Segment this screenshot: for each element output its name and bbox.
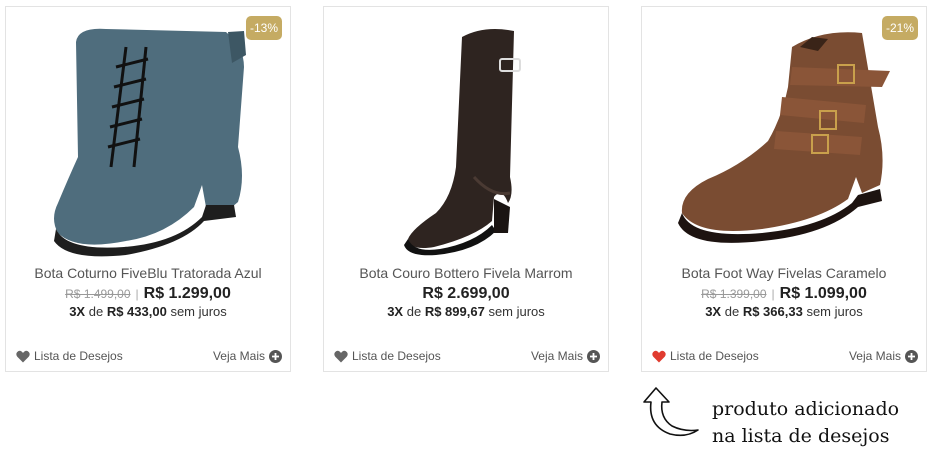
discount-badge: -21%	[882, 16, 918, 40]
price-row: R$ 2.699,00	[324, 285, 608, 303]
wishlist-label: Lista de Desejos	[670, 349, 759, 363]
price-row: R$ 1.399,00 | R$ 1.099,00	[642, 285, 926, 303]
see-more-button[interactable]: Veja Mais	[531, 349, 600, 363]
installment-count: 3X	[387, 304, 404, 319]
curved-arrow-icon	[643, 387, 699, 437]
installment-suffix: sem juros	[488, 304, 545, 319]
wishlist-button[interactable]: Lista de Desejos	[16, 349, 123, 363]
current-price: R$ 1.299,00	[143, 285, 231, 302]
price-separator: |	[771, 287, 775, 301]
installment-suffix: sem juros	[806, 304, 863, 319]
heart-icon	[16, 350, 30, 362]
boot-image-brown-tall	[404, 29, 521, 256]
current-price: R$ 1.099,00	[779, 285, 867, 302]
price-row: R$ 1.499,00 | R$ 1.299,00	[6, 285, 290, 303]
product-image[interactable]	[324, 7, 608, 259]
installment-word: de	[406, 304, 422, 319]
discount-badge: -13%	[246, 16, 282, 40]
installment-amount: R$ 366,33	[742, 304, 803, 319]
see-more-label: Veja Mais	[530, 349, 583, 363]
installments: 3X de R$ 366,33 sem juros	[642, 304, 926, 319]
wishlist-label: Lista de Desejos	[352, 349, 441, 363]
current-price: R$ 2.699,00	[422, 285, 510, 302]
annotation-text: produto adicionado na lista de desejos	[712, 396, 899, 450]
installment-count: 3X	[69, 304, 86, 319]
wishlist-button[interactable]: Lista de Desejos	[652, 349, 759, 363]
installments: 3X de R$ 433,00 sem juros	[6, 304, 290, 319]
wishlist-button[interactable]: Lista de Desejos	[334, 349, 441, 363]
plus-circle-icon	[587, 349, 600, 363]
installment-count: 3X	[705, 304, 722, 319]
installment-suffix: sem juros	[170, 304, 227, 319]
boot-image-blue	[54, 28, 246, 257]
product-card[interactable]: -21% Bota Foot Way Fivelas Caramelo R$ 1…	[641, 6, 927, 372]
product-name[interactable]: Bota Coturno FiveBlu Tratorada Azul	[6, 265, 290, 281]
wishlist-label: Lista de Desejos	[34, 349, 123, 363]
installments: 3X de R$ 899,67 sem juros	[324, 304, 608, 319]
see-more-button[interactable]: Veja Mais	[213, 349, 282, 363]
see-more-label: Veja Mais	[848, 349, 901, 363]
price-separator: |	[135, 287, 139, 301]
old-price: R$ 1.499,00	[65, 287, 131, 301]
installment-word: de	[88, 304, 104, 319]
see-more-label: Veja Mais	[212, 349, 265, 363]
product-card[interactable]: Bota Couro Bottero Fivela Marrom R$ 2.69…	[323, 6, 609, 372]
plus-circle-icon	[905, 349, 918, 363]
heart-icon-active	[652, 350, 666, 362]
product-name[interactable]: Bota Couro Bottero Fivela Marrom	[324, 265, 608, 281]
installment-amount: R$ 433,00	[106, 304, 167, 319]
product-card[interactable]: -13% Bota Coturno FiveBlu Tratorada Azul…	[5, 6, 291, 372]
installment-amount: R$ 899,67	[424, 304, 485, 319]
see-more-button[interactable]: Veja Mais	[849, 349, 918, 363]
heart-icon	[334, 350, 348, 362]
plus-circle-icon	[269, 349, 282, 363]
annotation-line-1: produto adicionado	[712, 398, 900, 420]
boot-image-caramel	[678, 32, 890, 243]
product-image[interactable]	[6, 7, 290, 259]
product-name[interactable]: Bota Foot Way Fivelas Caramelo	[642, 265, 926, 281]
installment-word: de	[724, 304, 740, 319]
old-price: R$ 1.399,00	[701, 287, 767, 301]
product-image[interactable]	[642, 7, 926, 259]
annotation-line-2: na lista de desejos	[712, 425, 890, 447]
